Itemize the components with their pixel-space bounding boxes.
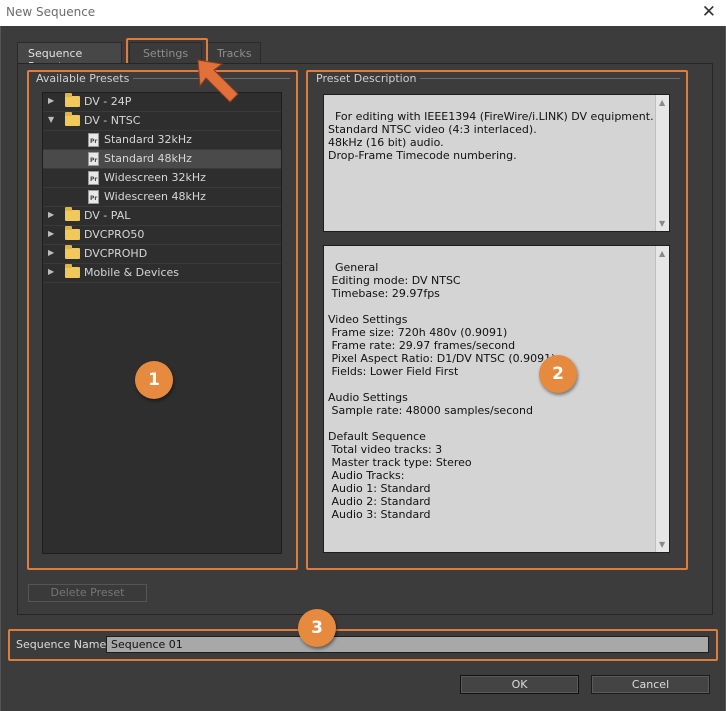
premiere-file-icon: Pr — [88, 171, 99, 186]
premiere-file-icon: Pr — [88, 190, 99, 205]
preset-details-text: General Editing mode: DV NTSC Timebase: … — [328, 261, 556, 521]
sequence-name-input[interactable] — [106, 636, 709, 653]
premiere-file-icon: Pr — [88, 133, 99, 148]
tree-item-widescreen-48khz[interactable]: Pr Widescreen 48kHz — [43, 188, 281, 207]
tree-item-widescreen-32khz[interactable]: Pr Widescreen 32kHz — [43, 169, 281, 188]
folder-icon — [65, 245, 80, 259]
tree-item-dvcpro50[interactable]: ▶ DVCPRO50 — [43, 226, 281, 245]
delete-preset-button[interactable]: Delete Preset — [28, 584, 147, 602]
summary-scrollbar[interactable]: ▲ ▼ — [655, 95, 669, 231]
tree-item-dv-ntsc[interactable]: ▼ DV - NTSC — [43, 112, 281, 131]
scroll-down-icon[interactable]: ▼ — [659, 217, 665, 230]
tree-item-dvcprohd[interactable]: ▶ DVCPROHD — [43, 245, 281, 264]
tree-item-label: DV - NTSC — [84, 114, 141, 127]
window-title: New Sequence — [6, 5, 96, 19]
expand-arrow-icon[interactable]: ▶ — [48, 248, 58, 257]
scroll-up-icon[interactable]: ▲ — [659, 96, 665, 109]
expand-arrow-icon[interactable]: ▶ — [48, 267, 58, 276]
preset-description-label: Preset Description — [312, 72, 421, 85]
close-icon[interactable]: ✕ — [702, 2, 716, 22]
scroll-up-icon[interactable]: ▲ — [659, 247, 665, 260]
folder-icon — [65, 226, 80, 240]
tree-item-dv-24p[interactable]: ▶ DV - 24P — [43, 93, 281, 112]
tree-item-label: DV - PAL — [84, 209, 131, 222]
tree-item-label: Widescreen 32kHz — [104, 171, 206, 184]
annotation-badge-3: 3 — [298, 609, 336, 647]
tab-sequence-presets[interactable]: Sequence Presets — [17, 42, 122, 73]
preset-details-box: General Editing mode: DV NTSC Timebase: … — [323, 245, 670, 553]
expand-arrow-icon[interactable]: ▶ — [48, 210, 58, 219]
available-presets-label: Available Presets — [32, 72, 134, 85]
preset-summary-text: For editing with IEEE1394 (FireWire/i.LI… — [328, 110, 654, 162]
tree-item-label: Standard 32kHz — [104, 133, 192, 146]
folder-icon — [65, 93, 80, 107]
annotation-badge-1: 1 — [135, 361, 173, 399]
ok-button[interactable]: OK — [460, 675, 579, 694]
expand-arrow-icon[interactable]: ▶ — [48, 229, 58, 238]
folder-icon — [65, 207, 80, 221]
premiere-file-icon: Pr — [88, 152, 99, 167]
collapse-arrow-icon[interactable]: ▼ — [48, 115, 58, 124]
preset-summary-box: For editing with IEEE1394 (FireWire/i.LI… — [323, 94, 670, 232]
tree-item-label: Mobile & Devices — [84, 266, 180, 279]
tree-item-label: DVCPRO50 — [84, 228, 145, 241]
title-bar: New Sequence ✕ — [0, 0, 726, 26]
tree-item-standard-48khz[interactable]: Pr Standard 48kHz — [43, 150, 281, 169]
cancel-button[interactable]: Cancel — [591, 675, 710, 694]
tree-item-standard-32khz[interactable]: Pr Standard 32kHz — [43, 131, 281, 150]
tree-item-label: DVCPROHD — [84, 247, 148, 260]
folder-icon — [65, 264, 80, 278]
annotation-arrow-icon — [197, 59, 239, 103]
tree-item-dv-pal[interactable]: ▶ DV - PAL — [43, 207, 281, 226]
tree-item-label: DV - 24P — [84, 95, 132, 108]
folder-icon — [65, 112, 80, 126]
tree-item-mobile-devices[interactable]: ▶ Mobile & Devices — [43, 264, 281, 283]
scroll-down-icon[interactable]: ▼ — [659, 538, 665, 551]
tree-item-label: Widescreen 48kHz — [104, 190, 206, 203]
annotation-badge-2: 2 — [539, 355, 577, 393]
sequence-name-label: Sequence Name: — [16, 638, 110, 651]
details-scrollbar[interactable]: ▲ ▼ — [655, 246, 669, 552]
tree-item-label: Standard 48kHz — [104, 152, 192, 165]
presets-tree[interactable]: ▶ DV - 24P ▼ DV - NTSC Pr Standard 32kHz… — [42, 92, 282, 554]
expand-arrow-icon[interactable]: ▶ — [48, 96, 58, 105]
